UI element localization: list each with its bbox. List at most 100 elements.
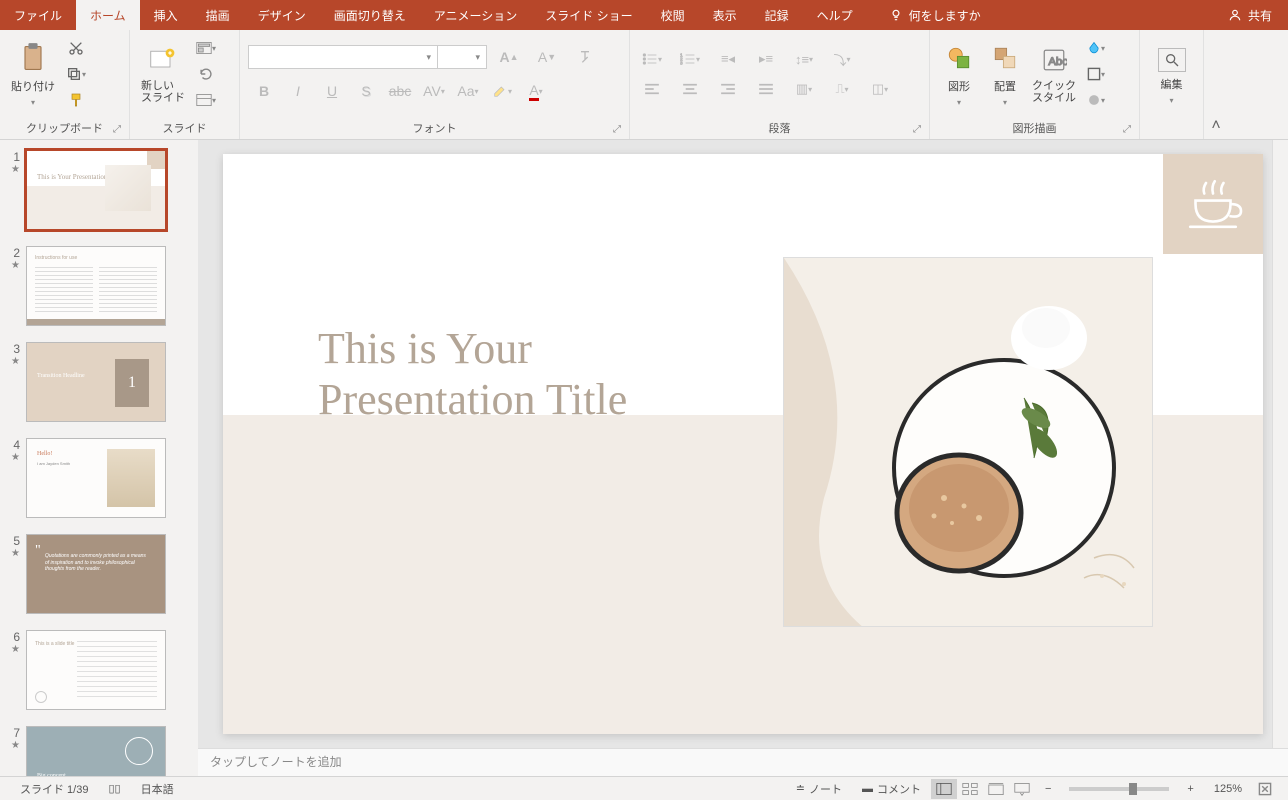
share-button[interactable]: 共有 [1212,0,1288,30]
tab-draw[interactable]: 描画 [192,0,244,30]
person-icon [1228,8,1242,22]
tab-help[interactable]: ヘルプ [803,0,867,30]
smartart-button[interactable]: ◫▾ [866,77,894,101]
thumb-number: 1 [6,150,20,164]
normal-view-button[interactable] [931,779,957,799]
shape-effects-button[interactable]: ▾ [1082,88,1110,112]
slide-thumbnail-7[interactable]: Big concept [26,726,166,776]
text-direction-button[interactable]: ⤵▾ [828,47,856,71]
tab-design[interactable]: デザイン [244,0,320,30]
spell-check-button[interactable]: ▯▯ [98,782,130,795]
slide-thumbnail-2[interactable]: Instructions for use [26,246,166,326]
decrease-font-button[interactable]: A▼ [531,45,563,69]
notes-toggle[interactable]: ≐ノート [786,781,852,797]
comment-icon: ▬ [862,783,873,795]
align-text-button[interactable]: ⎍▾ [828,77,856,101]
align-center-button[interactable] [676,77,704,101]
tab-insert[interactable]: 挿入 [140,0,192,30]
slide-counter[interactable]: スライド 1/39 [10,781,98,797]
quick-styles-icon: Abc [1038,44,1070,76]
reading-view-button[interactable] [983,779,1009,799]
shape-fill-button[interactable]: ▾ [1082,36,1110,60]
shapes-label: 図形 [948,78,970,94]
arrange-button[interactable]: 配置 ▾ [984,36,1026,112]
align-right-button[interactable] [714,77,742,101]
slide-image-placeholder[interactable] [783,257,1153,627]
line-spacing-button[interactable]: ↕≡▾ [790,47,818,71]
editing-menu-button[interactable]: 編集 ▾ [1149,38,1195,114]
copy-button[interactable]: ▾ [62,62,90,86]
slide-thumbnail-5[interactable]: Quotations are commonly printed as a mea… [26,534,166,614]
paragraph-launcher[interactable]: ⤢ [913,124,925,136]
slide-thumbnail-6[interactable]: This is a slide title [26,630,166,710]
underline-button[interactable]: U [316,79,348,103]
tell-me-label: 何をしますか [909,7,981,24]
font-color-button[interactable]: A▾ [520,79,552,103]
tab-animations[interactable]: アニメーション [420,0,532,30]
status-bar: スライド 1/39 ▯▯ 日本語 ≐ノート ▬コメント − + 125% [0,776,1288,800]
slide-canvas[interactable]: This is Your Presentation Title [223,154,1263,734]
tell-me-search[interactable]: 何をしますか [875,0,995,30]
tab-slideshow[interactable]: スライド ショー [531,0,646,30]
group-label-clipboard: クリップボード [0,118,129,139]
slide-thumbnail-1[interactable]: This is Your Presentation Title [26,150,166,230]
comments-toggle[interactable]: ▬コメント [852,781,931,797]
justify-button[interactable] [752,77,780,101]
zoom-level[interactable]: 125% [1204,783,1252,795]
zoom-in-button[interactable]: + [1177,783,1203,795]
slideshow-view-button[interactable] [1009,779,1035,799]
tab-record[interactable]: 記録 [751,0,803,30]
format-painter-button[interactable] [62,88,90,112]
italic-button[interactable]: I [282,79,314,103]
char-spacing-button[interactable]: AV▾ [418,79,450,103]
paste-button[interactable]: 貼り付け ▾ [8,36,58,112]
increase-font-button[interactable]: A▲ [493,45,525,69]
layout-button[interactable]: ▾ [192,36,220,60]
tab-file[interactable]: ファイル [0,0,76,30]
shadow-button[interactable]: S [350,79,382,103]
shapes-icon [943,42,975,74]
font-size-select[interactable]: ▾ [437,45,487,69]
notes-pane[interactable]: タップしてノートを追加 [198,748,1288,776]
shape-outline-button[interactable]: ▾ [1082,62,1110,86]
tab-view[interactable]: 表示 [699,0,751,30]
quick-styles-button[interactable]: Abc クイック スタイル [1030,36,1078,112]
fit-to-window-button[interactable] [1252,779,1278,799]
bold-button[interactable]: B [248,79,280,103]
font-launcher[interactable]: ⤢ [613,124,625,136]
columns-button[interactable]: ▥▾ [790,77,818,101]
slide-thumbnail-4[interactable]: Hello! I am Jayden Smith [26,438,166,518]
increase-indent-button[interactable]: ▸≡ [752,47,780,71]
clipboard-launcher[interactable]: ⤢ [113,124,125,136]
arrange-label: 配置 [994,78,1016,94]
vertical-scrollbar[interactable] [1272,140,1288,748]
slide-sorter-view-button[interactable] [957,779,983,799]
cut-button[interactable] [62,36,90,60]
slide-thumbnail-3[interactable]: Transition Headline 1 [26,342,166,422]
presentation-title[interactable]: This is Your Presentation Title [318,324,627,425]
reset-button[interactable] [192,62,220,86]
new-slide-button[interactable]: 新しい スライド [138,36,188,112]
language-indicator[interactable]: 日本語 [131,781,184,797]
slide-thumbnails-panel[interactable]: 1★ This is Your Presentation Title 2★ In… [0,140,198,776]
tab-home[interactable]: ホーム [76,0,140,30]
tab-transitions[interactable]: 画面切り替え [320,0,420,30]
notes-icon: ≐ [796,782,805,795]
zoom-out-button[interactable]: − [1035,783,1061,795]
clear-formatting-button[interactable] [569,45,601,69]
align-left-button[interactable] [638,77,666,101]
change-case-button[interactable]: Aa▾ [452,79,484,103]
highlight-button[interactable]: ▾ [486,79,518,103]
numbering-button[interactable]: 123▾ [676,47,704,71]
strikethrough-button[interactable]: abc [384,79,416,103]
collapse-ribbon-button[interactable]: ˄ [1204,30,1228,139]
tab-review[interactable]: 校閲 [647,0,699,30]
bullets-button[interactable]: ▾ [638,47,666,71]
shapes-button[interactable]: 図形 ▾ [938,36,980,112]
font-name-select[interactable]: ▾ [248,45,438,69]
coffee-cup-icon [1178,169,1248,239]
section-button[interactable]: ▾ [192,88,220,112]
drawing-launcher[interactable]: ⤢ [1123,124,1135,136]
zoom-slider[interactable] [1069,787,1169,791]
decrease-indent-button[interactable]: ≡◂ [714,47,742,71]
